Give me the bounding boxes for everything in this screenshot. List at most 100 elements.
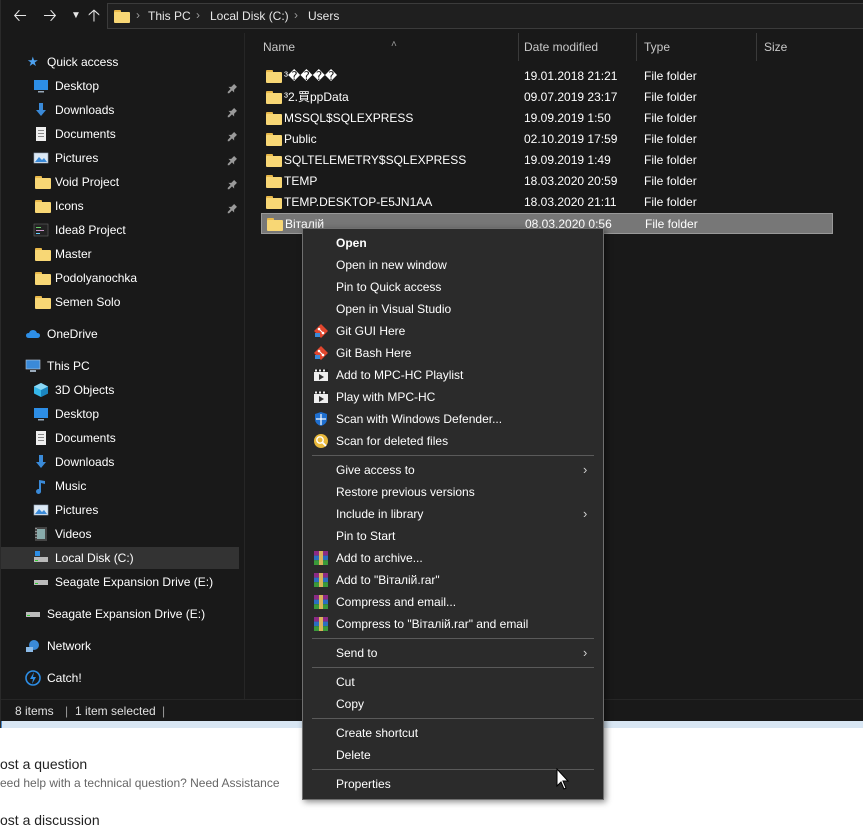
mpc-hc-icon: [313, 367, 329, 383]
back-arrow-icon[interactable]: 🡠: [9, 4, 31, 28]
sidebar-item-master[interactable]: Master: [1, 243, 239, 265]
table-row[interactable]: TEMP 18.03.2020 20:59 File folder: [261, 171, 833, 192]
pin-icon[interactable]: [227, 104, 237, 118]
menu-item-pin-to-start[interactable]: Pin to Start: [303, 525, 603, 547]
menu-item-delete[interactable]: Delete: [303, 744, 603, 766]
navigation-pane: ★ Quick access Desktop Downloads Documents…: [1, 33, 243, 699]
menu-item-send-to[interactable]: Send to ›: [303, 642, 603, 664]
column-header-name[interactable]: ˄ Name: [255, 33, 519, 61]
menu-item-play-with-mpc-hc[interactable]: Play with MPC-HC: [303, 386, 603, 408]
table-row[interactable]: MSSQL$SQLEXPRESS 19.09.2019 1:50 File fold…: [261, 108, 833, 129]
sidebar-this-pc[interactable]: This PC: [1, 355, 243, 377]
table-row[interactable]: ³2.買ppData 09.07.2019 23:17 File folder: [261, 87, 833, 108]
sidebar-item-idea8-project[interactable]: Idea8 Project: [1, 219, 239, 241]
column-header-type[interactable]: Type: [636, 33, 757, 61]
folder-icon: [35, 200, 51, 213]
film-icon: [33, 526, 49, 542]
sidebar-item-documents[interactable]: Documents: [1, 123, 239, 145]
menu-item-add-to-archive[interactable]: Add to archive...: [303, 547, 603, 569]
file-date: 18.03.2020 20:59: [524, 174, 618, 188]
menu-item-git-gui-here[interactable]: Git GUI Here: [303, 320, 603, 342]
pin-icon[interactable]: [227, 200, 237, 214]
menu-item-add-to-mpc-hc-playlist[interactable]: Add to MPC-HC Playlist: [303, 364, 603, 386]
sidebar-item-downloads[interactable]: Downloads: [1, 451, 239, 473]
submenu-chevron-icon: ›: [583, 645, 588, 660]
post-question-title[interactable]: ost a question: [0, 756, 87, 772]
sidebar-item-downloads[interactable]: Downloads: [1, 99, 239, 121]
menu-item-restore-previous-versions[interactable]: Restore previous versions: [303, 481, 603, 503]
sidebar-item-videos[interactable]: Videos: [1, 523, 239, 545]
sidebar-item-seagate-expansion-drive-e[interactable]: Seagate Expansion Drive (E:): [1, 571, 239, 593]
column-header-size[interactable]: Size: [756, 33, 863, 61]
status-divider: |: [162, 704, 166, 718]
sidebar-item-icons[interactable]: Icons: [1, 195, 239, 217]
menu-item-add-to-rar[interactable]: Add to "Віталій.rar": [303, 569, 603, 591]
menu-item-label: Open: [336, 236, 367, 250]
breadcrumb-chevron-icon[interactable]: ›: [294, 8, 298, 22]
context-menu: Open Open in new window Pin to Quick acces…: [302, 228, 604, 800]
table-row[interactable]: ³���� 19.01.2018 21:21 File folder: [261, 66, 833, 87]
menu-item-open-in-visual-studio[interactable]: Open in Visual Studio: [303, 298, 603, 320]
sidebar-catch[interactable]: Catch!: [1, 667, 243, 689]
menu-item-label: Restore previous versions: [336, 485, 475, 499]
selection-count: 1 item selected: [75, 704, 156, 718]
sidebar-item-pictures[interactable]: Pictures: [1, 499, 239, 521]
sidebar-item-pictures[interactable]: Pictures: [1, 147, 239, 169]
menu-item-compress-to-rar-and-email[interactable]: Compress to "Віталій.rar" and email: [303, 613, 603, 635]
sidebar-item-void-project[interactable]: Void Project: [1, 171, 239, 193]
sidebar-item-local-disk-c[interactable]: Local Disk (C:): [1, 547, 239, 569]
sidebar-item-label: This PC: [47, 359, 90, 373]
sidebar-item-podolyanochka[interactable]: Podolyanochka: [1, 267, 239, 289]
menu-item-copy[interactable]: Copy: [303, 693, 603, 715]
menu-item-scan-with-windows-defender[interactable]: Scan with Windows Defender...: [303, 408, 603, 430]
menu-item-include-in-library[interactable]: Include in library ›: [303, 503, 603, 525]
sidebar-item-documents[interactable]: Documents: [1, 427, 239, 449]
sidebar-item-label: Idea8 Project: [55, 223, 126, 237]
file-date: 09.07.2019 23:17: [524, 90, 618, 104]
menu-item-give-access-to[interactable]: Give access to ›: [303, 459, 603, 481]
forward-arrow-icon[interactable]: 🡢: [39, 4, 61, 28]
post-discussion-title[interactable]: ost a discussion: [0, 812, 100, 828]
menu-item-create-shortcut[interactable]: Create shortcut: [303, 722, 603, 744]
sidebar-quick-access[interactable]: ★ Quick access: [1, 51, 243, 73]
sidebar-item-music[interactable]: Music: [1, 475, 239, 497]
breadcrumb-chevron-icon[interactable]: ›: [196, 8, 200, 22]
sidebar-network[interactable]: Network: [1, 635, 243, 657]
menu-item-label: Open in Visual Studio: [336, 302, 452, 316]
menu-item-cut[interactable]: Cut: [303, 671, 603, 693]
column-header-date[interactable]: Date modified: [516, 33, 637, 61]
menu-item-label: Git Bash Here: [336, 346, 412, 360]
table-row[interactable]: TEMP.DESKTOP-E5JN1AA 18.03.2020 21:11 File…: [261, 192, 833, 213]
menu-item-compress-and-email[interactable]: Compress and email...: [303, 591, 603, 613]
menu-item-open[interactable]: Open: [303, 232, 603, 254]
file-date: 19.09.2019 1:50: [524, 111, 611, 125]
sidebar-item-semen-solo[interactable]: Semen Solo: [1, 291, 239, 313]
sidebar-seagate-drive[interactable]: Seagate Expansion Drive (E:): [1, 603, 243, 625]
sidebar-item-3d-objects[interactable]: 3D Objects: [1, 379, 239, 401]
folder-icon: [266, 196, 282, 209]
breadcrumb-local-disk[interactable]: Local Disk (C:): [210, 9, 289, 23]
address-bar[interactable]: › This PC › Local Disk (C:) › Users: [107, 3, 863, 29]
sidebar-item-desktop[interactable]: Desktop: [1, 403, 239, 425]
breadcrumb-users[interactable]: Users: [308, 9, 339, 23]
pin-icon[interactable]: [227, 80, 237, 94]
item-count: 8 items: [15, 704, 54, 718]
breadcrumb-chevron-icon[interactable]: ›: [136, 8, 140, 22]
table-row[interactable]: SQLTELEMETRY$SQLEXPRESS 19.09.2019 1:49 Fi…: [261, 150, 833, 171]
up-arrow-icon[interactable]: 🡡: [83, 4, 105, 28]
sidebar-onedrive[interactable]: OneDrive: [1, 323, 243, 345]
table-row[interactable]: Public 02.10.2019 17:59 File folder: [261, 129, 833, 150]
menu-item-open-in-new-window[interactable]: Open in new window: [303, 254, 603, 276]
menu-item-label: Scan with Windows Defender...: [336, 412, 503, 426]
menu-item-scan-for-deleted-files[interactable]: Scan for deleted files: [303, 430, 603, 452]
menu-item-git-bash-here[interactable]: Git Bash Here: [303, 342, 603, 364]
pin-icon[interactable]: [227, 128, 237, 142]
pin-icon[interactable]: [227, 152, 237, 166]
file-date: 02.10.2019 17:59: [524, 132, 618, 146]
file-name: Public: [284, 132, 317, 146]
menu-item-pin-to-quick-access[interactable]: Pin to Quick access: [303, 276, 603, 298]
pin-icon[interactable]: [227, 176, 237, 190]
menu-item-label: Git GUI Here: [336, 324, 406, 338]
sidebar-item-desktop[interactable]: Desktop: [1, 75, 239, 97]
breadcrumb-this-pc[interactable]: This PC: [148, 9, 191, 23]
